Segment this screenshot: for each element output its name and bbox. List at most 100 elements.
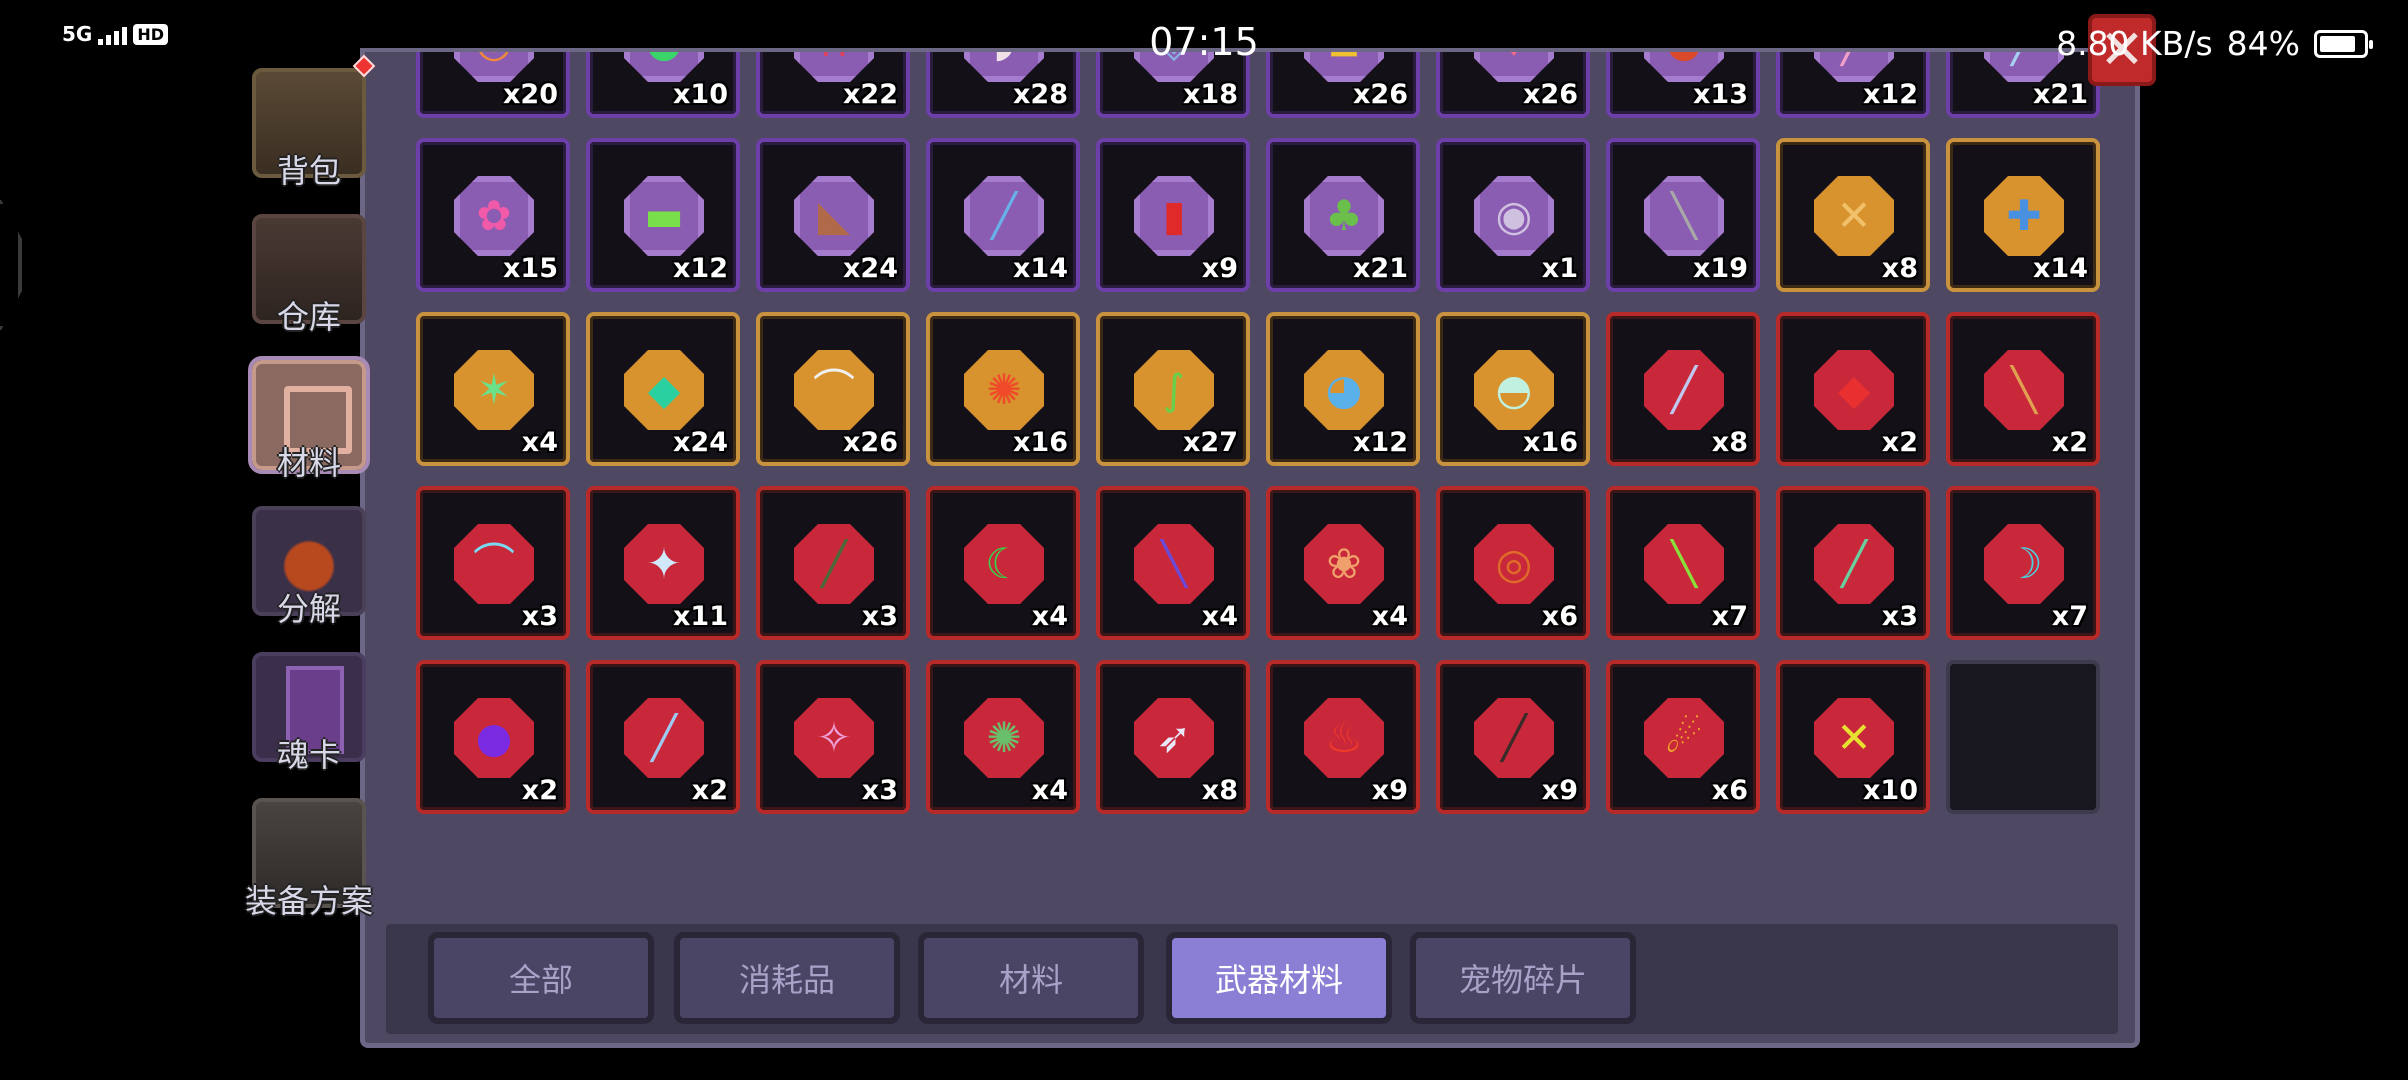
item-slot[interactable]: ☾ x4 xyxy=(926,486,1080,640)
item-count: x10 xyxy=(1863,775,1918,806)
rainbow-claw-icon: ☽ xyxy=(2005,539,2043,588)
item-slot[interactable]: ☄ x6 xyxy=(1606,660,1760,814)
sidebar-item-label: 魂卡 xyxy=(276,736,341,774)
tab-consumables[interactable]: 消耗品 xyxy=(674,932,900,1024)
item-slot[interactable]: ╱ x3 xyxy=(756,486,910,640)
item-slot[interactable]: ◉ x1 xyxy=(1436,138,1590,292)
tab-weapon-materials[interactable]: 武器材料 xyxy=(1166,932,1392,1024)
item-slot[interactable]: ♨ x9 xyxy=(1266,660,1420,814)
item-count: x16 xyxy=(1523,427,1578,458)
item-slot[interactable]: ╲ x19 xyxy=(1606,138,1760,292)
item-slot[interactable]: ∫ x27 xyxy=(1096,312,1250,466)
sidebar-item-equip[interactable]: 装备方案 xyxy=(245,790,373,928)
item-slot[interactable]: ▮ x9 xyxy=(1096,138,1250,292)
demon-icon: ◆ xyxy=(1837,365,1871,414)
item-slot[interactable]: ◣ x24 xyxy=(756,138,910,292)
staff-icon: ╲ xyxy=(1161,539,1187,588)
fireball-icon: ☄ xyxy=(1665,713,1703,762)
item-slot[interactable]: ✦ x11 xyxy=(586,486,740,640)
item-slot[interactable]: ╲ x2 xyxy=(1946,312,2100,466)
item-count: x4 xyxy=(521,427,558,458)
tab-materials[interactable]: 材料 xyxy=(918,932,1144,1024)
item-slot[interactable]: ╱ x14 xyxy=(926,138,1080,292)
arrow-icon: ➶ xyxy=(1156,713,1192,762)
item-slot[interactable]: ◆ x24 xyxy=(586,312,740,466)
skull-icon: ◉ xyxy=(1495,191,1533,240)
void-orb-icon: ● xyxy=(475,713,513,762)
item-count: x2 xyxy=(521,775,558,806)
mace-icon: ✺ xyxy=(986,713,1022,762)
item-count: x3 xyxy=(521,601,558,632)
item-count: x24 xyxy=(673,427,728,458)
item-slot[interactable]: ◆ x2 xyxy=(1776,312,1930,466)
item-count: x3 xyxy=(1881,601,1918,632)
crystal-blade-icon: ╱ xyxy=(1841,539,1867,588)
fox-icon: ❀ xyxy=(1326,539,1362,588)
sidebar-item-label: 仓库 xyxy=(276,298,341,336)
item-slot[interactable]: ◓ x16 xyxy=(1436,312,1590,466)
item-slot[interactable]: ● x2 xyxy=(416,660,570,814)
crossed-swords-icon: ✕ xyxy=(1836,713,1872,762)
item-count: x14 xyxy=(2033,253,2088,284)
item-count: x9 xyxy=(1541,775,1578,806)
item-slot[interactable]: ✧ x3 xyxy=(756,660,910,814)
sidebar-item-label: 材料 xyxy=(276,444,341,482)
cannon-icon: ╱ xyxy=(821,539,847,588)
item-slot[interactable]: ▬ x12 xyxy=(586,138,740,292)
item-slot[interactable]: ➶ x8 xyxy=(1096,660,1250,814)
item-count: x9 xyxy=(1201,253,1238,284)
item-count: x19 xyxy=(1693,253,1748,284)
item-slot[interactable]: ♣ x21 xyxy=(1266,138,1420,292)
pickaxe-icon: ⌒ xyxy=(812,365,855,414)
item-grid[interactable]: ◎x20●x10∩x22◗x28◈x18◘x26♦x26●x13╱x12╱x21… xyxy=(416,52,2100,814)
item-slot[interactable]: ╱ x8 xyxy=(1606,312,1760,466)
sidebar-item-card[interactable]: 魂卡 xyxy=(246,644,372,782)
item-slot[interactable]: ⌒ x3 xyxy=(416,486,570,640)
sidebar-item-dec[interactable]: 分解 xyxy=(246,498,372,636)
ice-dagger-icon: ╱ xyxy=(651,713,677,762)
empty-slot[interactable] xyxy=(1946,660,2100,814)
battery-percent: 84% xyxy=(2226,24,2300,63)
item-count: x2 xyxy=(1881,427,1918,458)
item-count: x9 xyxy=(1371,775,1408,806)
green-blade-icon: ╲ xyxy=(1671,539,1697,588)
item-count: x11 xyxy=(673,601,728,632)
item-count: x15 xyxy=(503,253,558,284)
item-slot[interactable]: ✿ x15 xyxy=(416,138,570,292)
item-slot[interactable]: ⌒ x26 xyxy=(756,312,910,466)
item-count: x4 xyxy=(1031,601,1068,632)
tab-all[interactable]: 全部 xyxy=(428,932,654,1024)
item-count: x2 xyxy=(691,775,728,806)
item-count: x12 xyxy=(1353,427,1408,458)
item-grid-viewport[interactable]: ◎x20●x10∩x22◗x28◈x18◘x26♦x26●x13╱x12╱x21… xyxy=(400,52,2110,902)
tab-pet-shards[interactable]: 宠物碎片 xyxy=(1410,932,1636,1024)
item-slot[interactable]: ✕ x8 xyxy=(1776,138,1930,292)
item-slot[interactable]: ☽ x7 xyxy=(1946,486,2100,640)
item-slot[interactable]: ╱ x3 xyxy=(1776,486,1930,640)
item-slot[interactable]: ✺ x16 xyxy=(926,312,1080,466)
item-slot[interactable]: ╲ x7 xyxy=(1606,486,1760,640)
item-slot[interactable]: ✺ x4 xyxy=(926,660,1080,814)
clock: 07:15 xyxy=(1149,20,1259,64)
sidebar-item-mat[interactable]: 材料 xyxy=(246,352,372,490)
item-slot[interactable]: ╱ x2 xyxy=(586,660,740,814)
fire-ring-icon: ◎ xyxy=(1495,539,1533,588)
sidebar: 背包 仓库 材料 分解 魂卡 装备方案 xyxy=(245,60,380,936)
item-slot[interactable]: ╱ x9 xyxy=(1436,660,1590,814)
item-slot[interactable]: ◎ x6 xyxy=(1436,486,1590,640)
flame-icon: ♨ xyxy=(1325,713,1363,762)
item-slot[interactable]: ╲ x4 xyxy=(1096,486,1250,640)
shuriken-icon: ✦ xyxy=(646,539,682,588)
shield-icon: ✚ xyxy=(2006,191,2042,240)
item-count: x12 xyxy=(673,253,728,284)
item-slot[interactable]: ✶ x4 xyxy=(416,312,570,466)
item-slot[interactable]: ❀ x4 xyxy=(1266,486,1420,640)
item-slot[interactable]: ◕ x12 xyxy=(1266,312,1420,466)
sidebar-item-ware[interactable]: 仓库 xyxy=(246,206,372,344)
item-slot[interactable]: ✚ x14 xyxy=(1946,138,2100,292)
gun-icon: ▬ xyxy=(644,191,684,240)
spear-icon: ╲ xyxy=(2011,365,2037,414)
pistol-icon: ◣ xyxy=(817,191,851,240)
item-count: x3 xyxy=(861,775,898,806)
item-slot[interactable]: ✕ x10 xyxy=(1776,660,1930,814)
